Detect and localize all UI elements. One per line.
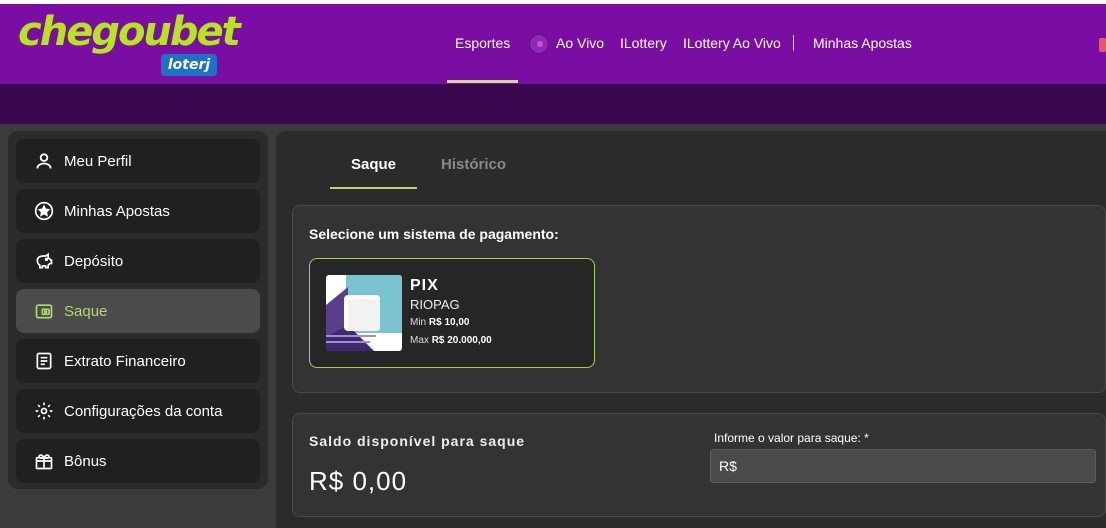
pix-logo-icon bbox=[326, 275, 402, 351]
cart-icon[interactable] bbox=[1099, 38, 1106, 52]
nav-separator bbox=[793, 35, 794, 51]
max-limit: Max R$ 20.000,00 bbox=[410, 335, 492, 346]
payment-provider: RIOPAG bbox=[410, 297, 460, 312]
sidebar-item-configuracoes[interactable]: Configurações da conta bbox=[16, 389, 260, 433]
payment-system-title: Selecione um sistema de pagamento: bbox=[309, 226, 559, 242]
sidebar-item-label: Meu Perfil bbox=[64, 152, 132, 170]
balance-panel: Saldo disponível para saque R$ 0,00 Info… bbox=[292, 413, 1106, 517]
max-limit-value: R$ 20.000,00 bbox=[431, 335, 492, 346]
tab-saque[interactable]: Saque bbox=[330, 155, 417, 189]
account-sidebar: Meu Perfil Minhas Apostas Depósito Saque… bbox=[8, 131, 268, 489]
sidebar-item-label: Minhas Apostas bbox=[64, 202, 170, 220]
main-nav: Esportes Ao Vivo ILottery ILottery Ao Vi… bbox=[0, 4, 1106, 84]
gear-icon bbox=[34, 401, 54, 421]
withdraw-amount-input[interactable] bbox=[710, 449, 1096, 483]
max-limit-label: Max bbox=[410, 335, 429, 346]
sidebar-item-label: Bônus bbox=[64, 452, 107, 470]
sub-header-bar bbox=[0, 84, 1106, 124]
piggy-bank-icon bbox=[34, 251, 54, 271]
payment-method-name: PIX bbox=[410, 277, 439, 294]
statement-icon bbox=[34, 351, 54, 371]
tab-active-indicator bbox=[330, 187, 417, 189]
live-indicator-icon bbox=[529, 34, 549, 54]
star-icon bbox=[34, 201, 54, 221]
sidebar-item-label: Saque bbox=[64, 302, 108, 320]
min-limit: Min R$ 10,00 bbox=[410, 317, 470, 328]
min-limit-value: R$ 10,00 bbox=[428, 317, 470, 328]
sidebar-item-extrato-financeiro[interactable]: Extrato Financeiro bbox=[16, 339, 260, 383]
nav-ao-vivo[interactable]: Ao Vivo bbox=[556, 4, 604, 84]
user-icon bbox=[34, 151, 54, 171]
nav-active-indicator bbox=[447, 80, 518, 83]
sidebar-item-minhas-apostas[interactable]: Minhas Apostas bbox=[16, 189, 260, 233]
sidebar-item-meu-perfil[interactable]: Meu Perfil bbox=[16, 139, 260, 183]
nav-esportes[interactable]: Esportes bbox=[455, 4, 510, 84]
sidebar-item-label: Extrato Financeiro bbox=[64, 352, 186, 370]
min-limit-label: Min bbox=[410, 317, 427, 328]
balance-label: Saldo disponível para saque bbox=[309, 433, 526, 449]
sidebar-item-bonus[interactable]: Bônus bbox=[16, 439, 260, 483]
amount-label: Informe o valor para saque: * bbox=[714, 431, 869, 445]
tab-historico[interactable]: Histórico bbox=[441, 155, 506, 189]
withdraw-content: Saque Histórico Selecione um sistema de … bbox=[276, 131, 1106, 528]
nav-ilottery[interactable]: ILottery bbox=[620, 4, 667, 84]
balance-value: R$ 0,00 bbox=[309, 466, 408, 496]
wallet-icon bbox=[34, 301, 54, 321]
sidebar-item-label: Depósito bbox=[64, 252, 124, 270]
nav-ilottery-ao-vivo[interactable]: ILottery Ao Vivo bbox=[683, 4, 781, 84]
payment-system-panel: Selecione um sistema de pagamento: PIX R… bbox=[292, 205, 1106, 393]
sidebar-item-label: Configurações da conta bbox=[64, 402, 223, 420]
nav-minhas-apostas[interactable]: Minhas Apostas bbox=[813, 4, 912, 84]
sidebar-item-saque[interactable]: Saque bbox=[16, 289, 260, 333]
gift-icon bbox=[34, 451, 54, 471]
payment-method-pix-card[interactable]: PIX RIOPAG Min R$ 10,00 Max R$ 20.000,00 bbox=[309, 258, 595, 368]
sidebar-item-deposito[interactable]: Depósito bbox=[16, 239, 260, 283]
